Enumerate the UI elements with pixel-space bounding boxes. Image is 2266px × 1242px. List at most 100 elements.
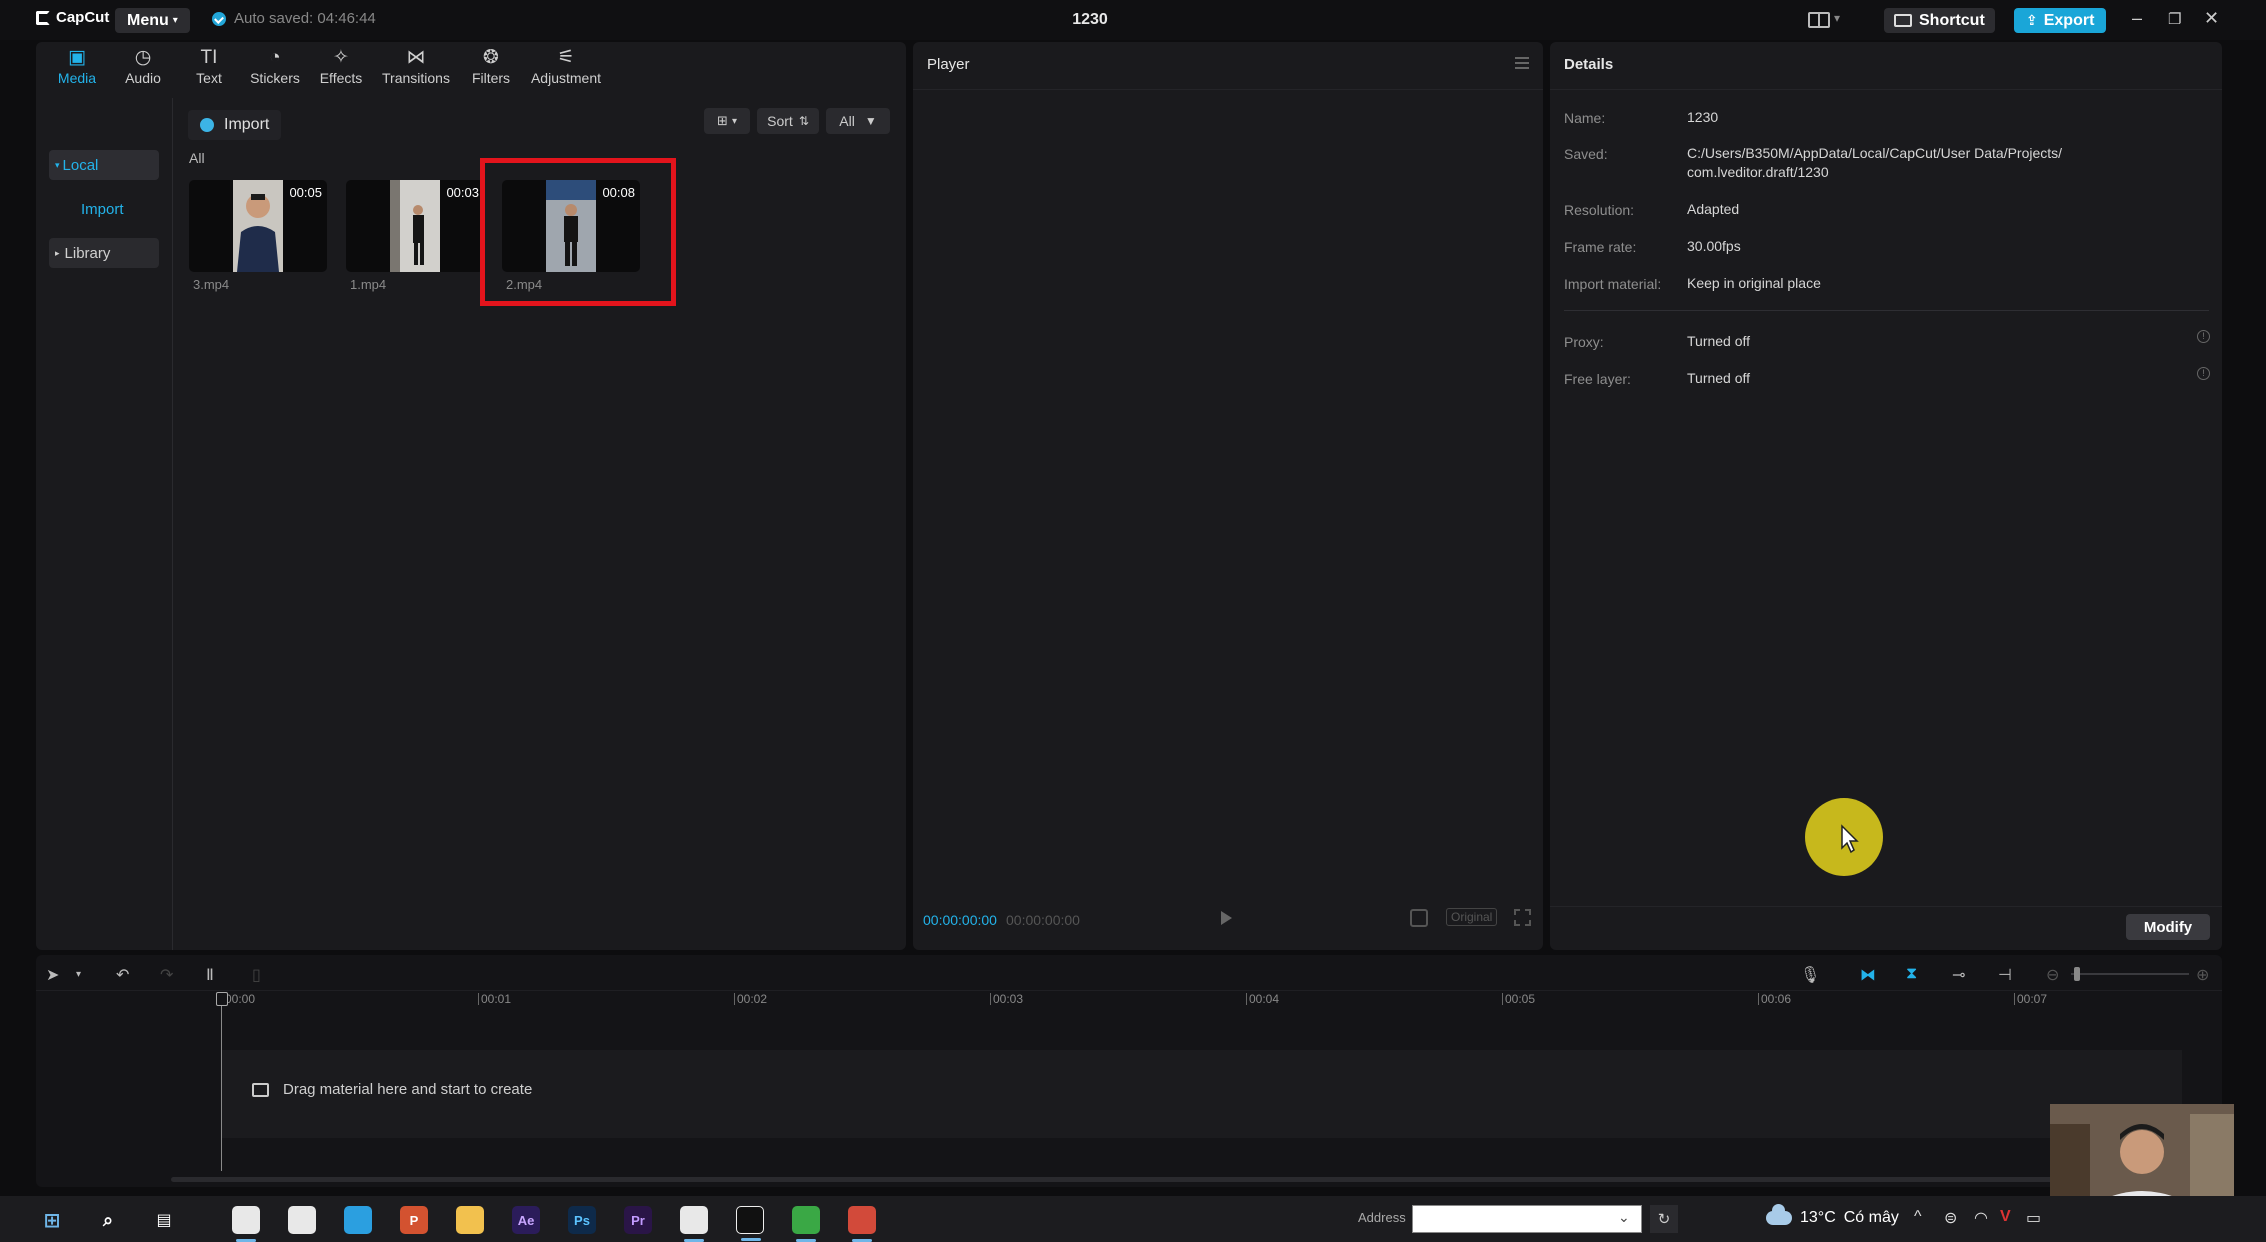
timeline-ruler[interactable]: 00:00 00:01 00:02 00:03 00:04 00:05 00:0… xyxy=(36,991,2222,1013)
media-sidebar: ▾ Local Import ▸ Library xyxy=(36,98,173,950)
media-clip[interactable]: 00:03 1.mp4 xyxy=(346,180,484,315)
green-app-icon[interactable] xyxy=(792,1206,820,1242)
tab-text[interactable]: TI Text xyxy=(176,42,242,90)
tab-label: Text xyxy=(196,70,222,86)
sidebar-item-import[interactable]: Import xyxy=(49,194,159,224)
media-clip[interactable]: 00:05 3.mp4 xyxy=(189,180,327,315)
shortcut-button[interactable]: Shortcut xyxy=(1884,8,1995,33)
caret-down-icon: ▾ xyxy=(55,159,60,170)
info-icon[interactable]: ! xyxy=(2197,367,2210,380)
task-view-icon[interactable]: ▤ xyxy=(150,1206,178,1234)
adjustment-icon: ⚟ xyxy=(557,47,575,68)
export-button[interactable]: ⇪ Export xyxy=(2014,8,2107,33)
tab-stickers[interactable]: ◔ Stickers xyxy=(242,42,308,90)
app-logo: CapCut xyxy=(36,9,109,26)
split-icon[interactable]: Ⅱ xyxy=(206,965,214,985)
filter-button[interactable]: All ▼ xyxy=(826,108,890,134)
chrome-icon[interactable] xyxy=(288,1206,316,1234)
film-icon xyxy=(252,1082,269,1097)
player-panel: Player 00:00:00:00 00:00:00:00 Original xyxy=(913,42,1543,950)
sidebar-item-library[interactable]: ▸ Library xyxy=(49,238,159,268)
tab-adjustment[interactable]: ⚟ Adjustment xyxy=(524,42,608,90)
undo-icon[interactable]: ↶ xyxy=(116,965,129,985)
sidebar-item-local[interactable]: ▾ Local xyxy=(49,150,159,180)
after-effects-icon[interactable]: Ae xyxy=(512,1206,540,1234)
search-icon[interactable]: ⌕ xyxy=(94,1206,122,1234)
sort-button[interactable]: Sort ⇅ xyxy=(757,108,819,134)
ratio-button[interactable]: Original xyxy=(1446,908,1498,926)
main-track-magnet-icon[interactable]: ⧓ xyxy=(1860,965,1876,985)
timeline-scrollbar[interactable] xyxy=(171,1177,2221,1182)
chrome-icon[interactable] xyxy=(680,1206,708,1242)
delete-icon[interactable]: ▯ xyxy=(252,965,261,985)
keyboard-icon[interactable]: ▭ xyxy=(2026,1208,2041,1228)
powerpoint-icon[interactable]: P xyxy=(400,1206,428,1234)
modify-button[interactable]: Modify xyxy=(2126,914,2210,940)
tab-effects[interactable]: ✧ Effects xyxy=(308,42,374,90)
chrome-icon[interactable] xyxy=(232,1206,260,1242)
weather-text: Có mây xyxy=(1843,1209,1899,1226)
redo-icon[interactable]: ↷ xyxy=(160,965,173,985)
weather-widget[interactable]: 13°C Có mây xyxy=(1766,1204,1899,1227)
playhead[interactable] xyxy=(216,992,228,1171)
chevron-down-icon[interactable]: ▾ xyxy=(1834,11,1840,25)
fullscreen-icon[interactable] xyxy=(1514,909,1531,926)
red-app-icon[interactable] xyxy=(848,1206,876,1242)
tab-transitions[interactable]: ⋈ Transitions xyxy=(374,42,458,90)
restore-icon[interactable]: ❐ xyxy=(2168,10,2181,28)
info-icon[interactable]: ! xyxy=(2197,330,2210,343)
grid-icon: ⊞ xyxy=(717,113,728,128)
network-icon[interactable]: ⊜ xyxy=(1944,1208,1957,1228)
tab-audio[interactable]: ◷ Audio xyxy=(110,42,176,90)
unikey-icon[interactable]: V xyxy=(2000,1208,2011,1226)
sort-icon: ⇅ xyxy=(798,114,809,128)
preview-axis-icon[interactable]: ⊣ xyxy=(1998,965,2012,985)
menu-button[interactable]: Menu ▾ xyxy=(115,8,190,33)
microphone-icon[interactable]: 🎙 xyxy=(1800,965,1820,985)
premiere-icon[interactable]: Pr xyxy=(624,1206,652,1234)
windows-start-icon[interactable]: ⊞ xyxy=(38,1206,66,1234)
close-icon[interactable]: ✕ xyxy=(2204,8,2219,29)
capcut-logo-icon xyxy=(36,10,50,25)
chevron-down-icon[interactable]: ▾ xyxy=(76,969,81,980)
tab-filters[interactable]: ❂ Filters xyxy=(458,42,524,90)
zoom-slider[interactable] xyxy=(2071,973,2189,975)
chevron-up-icon[interactable]: ^ xyxy=(1914,1208,1922,1226)
detail-label: Proxy: xyxy=(1564,334,1604,350)
photoshop-icon[interactable]: Ps xyxy=(568,1206,596,1234)
edge-icon[interactable] xyxy=(344,1206,372,1234)
import-label: Import xyxy=(224,116,270,133)
minimize-icon[interactable]: – xyxy=(2132,8,2142,29)
address-input[interactable] xyxy=(1412,1205,1642,1233)
detail-label: Saved: xyxy=(1564,146,1608,162)
player-viewport[interactable] xyxy=(913,91,1543,891)
view-mode-button[interactable]: ⊞ ▾ xyxy=(704,108,750,134)
select-tool-icon[interactable]: ➤ xyxy=(46,965,59,985)
capcut-icon[interactable] xyxy=(736,1206,764,1241)
keyboard-icon xyxy=(1894,14,1912,27)
folder-icon[interactable] xyxy=(456,1206,484,1234)
chevron-down-icon[interactable]: ⌄ xyxy=(1618,1209,1630,1226)
zoom-out-icon[interactable]: ⊖ xyxy=(2046,965,2059,985)
refresh-icon[interactable]: ↻ xyxy=(1650,1205,1678,1233)
link-icon[interactable]: ⊸ xyxy=(1952,965,1965,985)
total-time: 00:00:00:00 xyxy=(1006,912,1080,928)
ruler-tick: 00:02 xyxy=(734,993,767,1005)
auto-snap-icon[interactable]: ⧗ xyxy=(1906,965,1917,983)
drag-hint-text: Drag material here and start to create xyxy=(283,1081,533,1098)
menu-icon[interactable] xyxy=(1515,57,1529,69)
tab-label: Filters xyxy=(471,70,511,86)
tab-label: Adjustment xyxy=(530,70,602,86)
zoom-in-icon[interactable]: ⊕ xyxy=(2196,965,2209,985)
zoom-slider-handle[interactable] xyxy=(2074,967,2080,981)
detail-label: Import material: xyxy=(1564,276,1662,292)
wifi-icon[interactable]: ◠ xyxy=(1974,1208,1988,1228)
tab-media[interactable]: ▣ Media xyxy=(44,42,110,90)
play-icon[interactable] xyxy=(1221,911,1232,925)
check-circle-icon xyxy=(212,11,226,26)
crop-icon[interactable] xyxy=(1410,909,1428,927)
drag-hint: Drag material here and start to create xyxy=(252,1081,532,1098)
import-button[interactable]: Import xyxy=(188,110,282,140)
clip-duration: 00:03 xyxy=(446,185,479,200)
layout-icon[interactable] xyxy=(1808,12,1830,28)
